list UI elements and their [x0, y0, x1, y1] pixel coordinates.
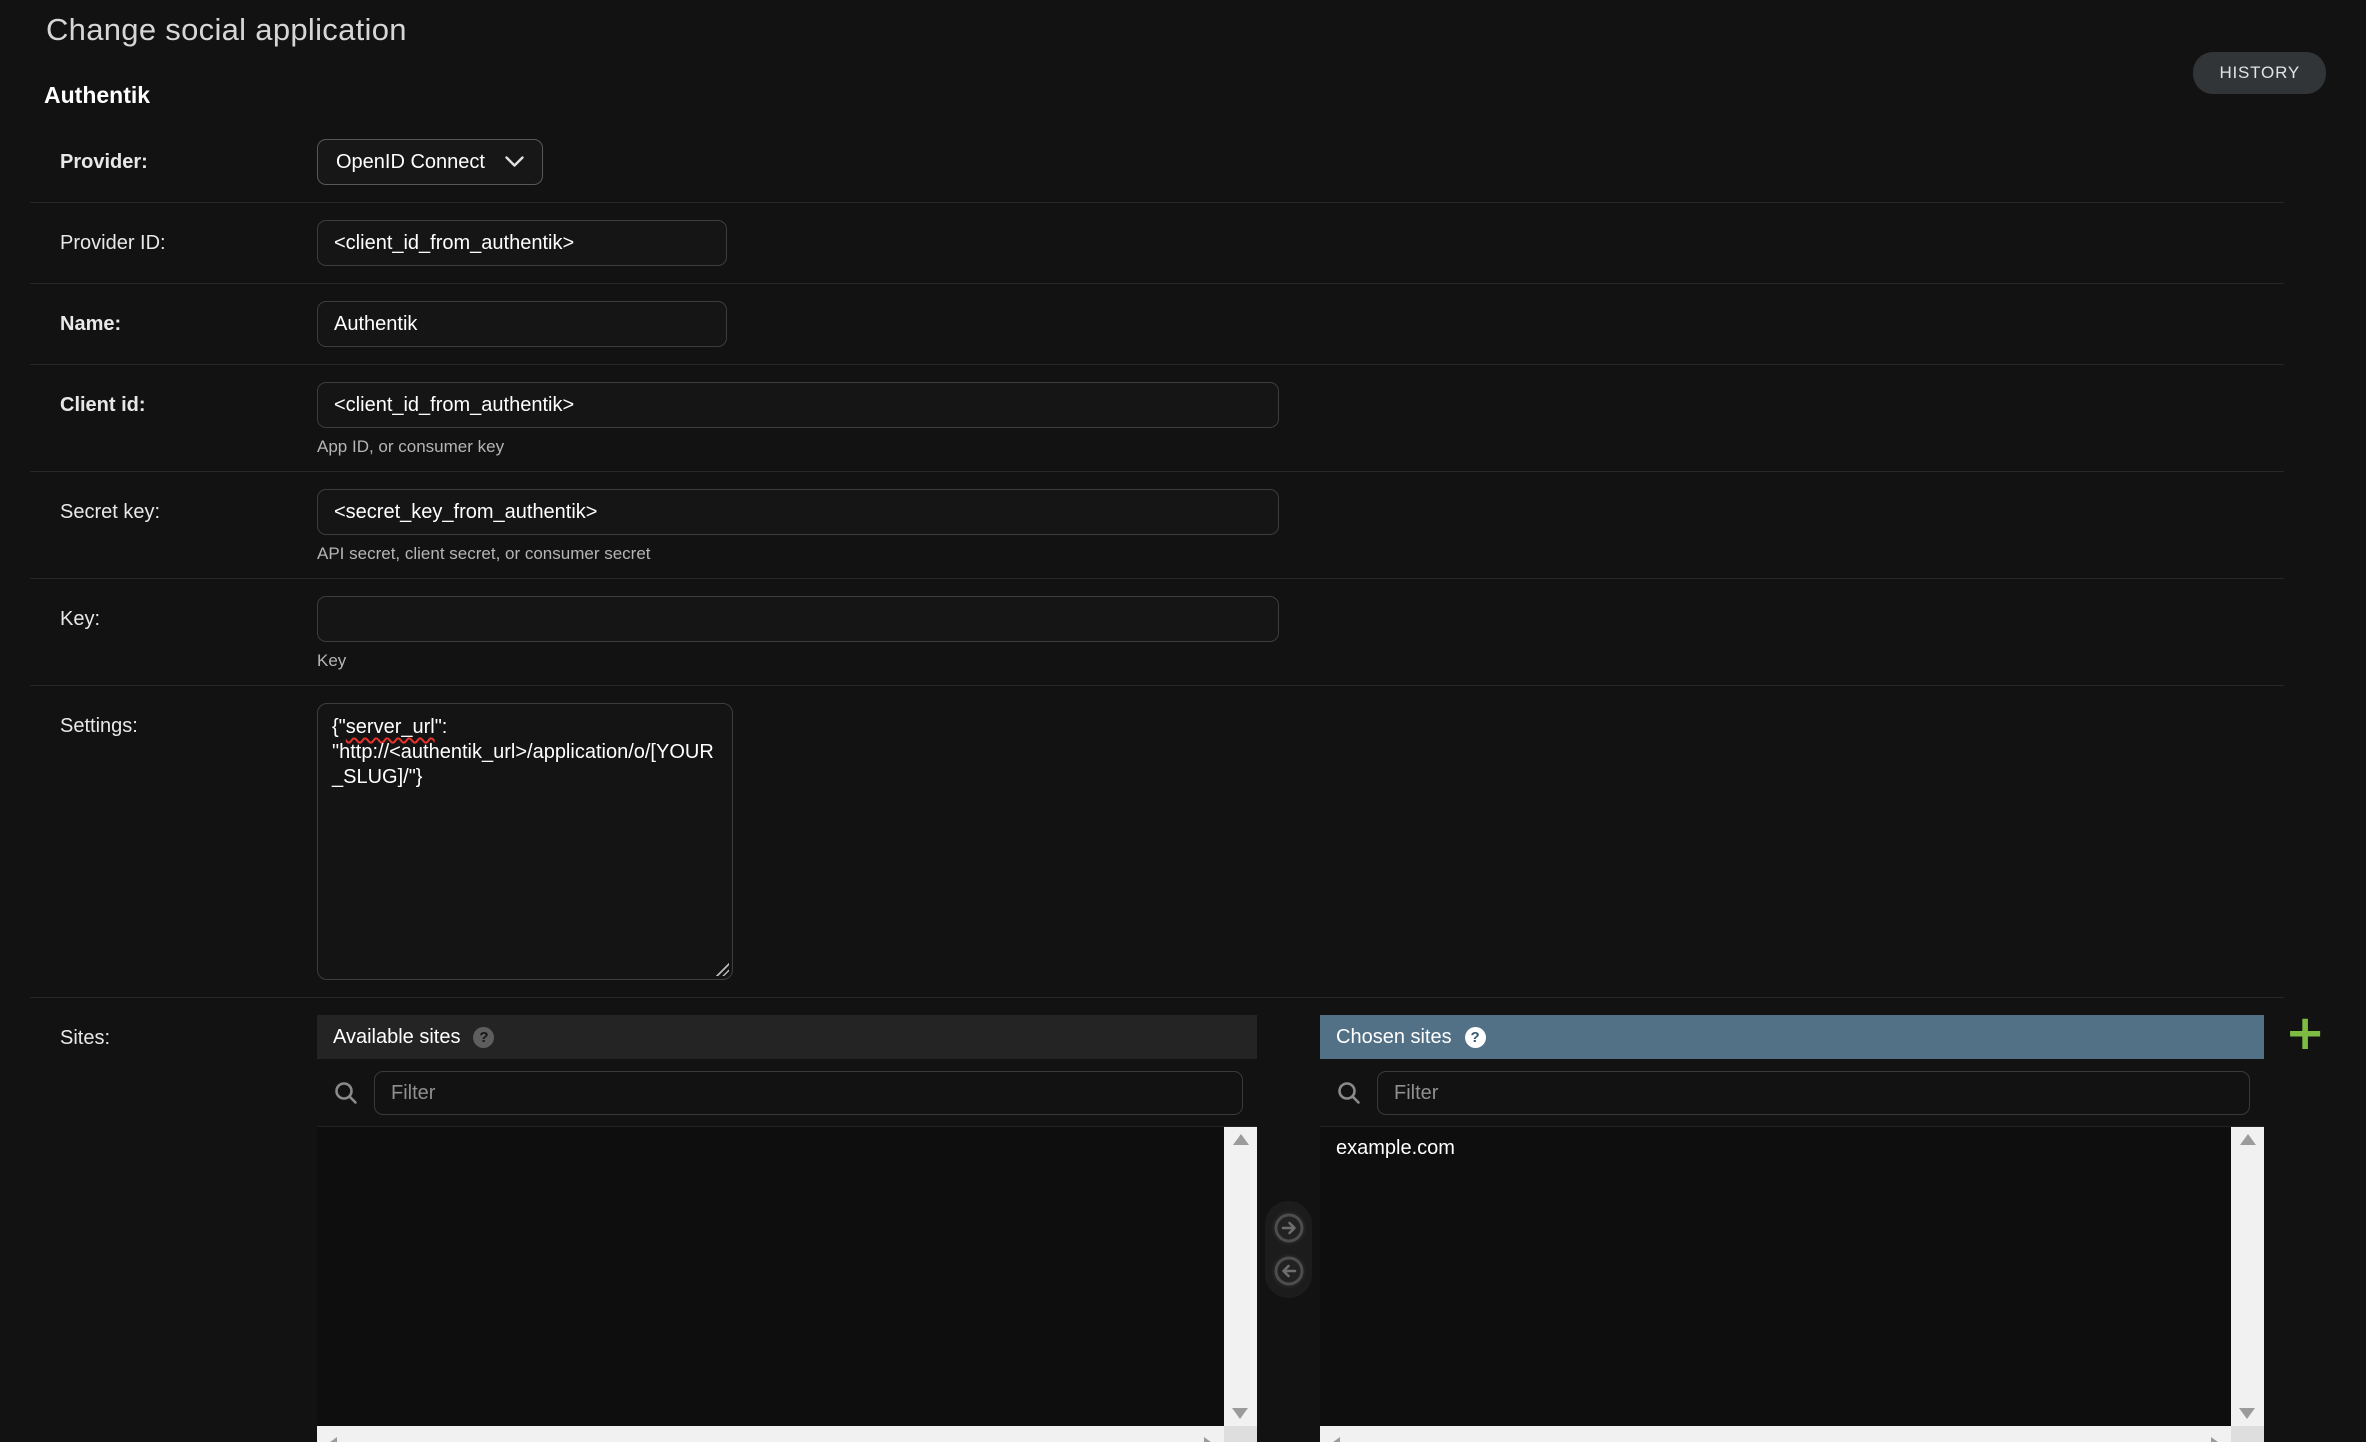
form-row-name: Name: — [30, 284, 2284, 365]
form-row-key: Key: Key — [30, 579, 2284, 686]
key-label: Key: — [30, 596, 317, 642]
provider-select[interactable]: OpenID Connect — [317, 139, 543, 185]
provider-id-input[interactable] — [317, 220, 727, 266]
history-button[interactable]: HISTORY — [2193, 52, 2326, 94]
chevron-down-icon — [505, 156, 524, 168]
provider-label: Provider: — [30, 139, 317, 185]
scrollbar-corner — [1224, 1426, 1257, 1442]
client-id-help: App ID, or consumer key — [317, 437, 1279, 457]
form-row-sites: Sites: Available sites ? — [30, 998, 2284, 1442]
scroll-up-arrow-icon[interactable] — [2240, 1134, 2256, 1145]
chosen-filter-input[interactable] — [1377, 1071, 2250, 1115]
form-row-provider-id: Provider ID: — [30, 203, 2284, 284]
scroll-left-arrow-icon[interactable] — [1329, 1437, 1340, 1442]
secret-key-label: Secret key: — [30, 489, 317, 535]
settings-misspelled-word: server_url — [346, 716, 435, 738]
help-icon[interactable]: ? — [473, 1027, 494, 1048]
client-id-input[interactable] — [317, 382, 1279, 428]
available-filter-row — [317, 1059, 1257, 1126]
available-sites-header: Available sites ? — [317, 1015, 1257, 1059]
settings-textarea[interactable]: {"server_url": "http://<authentik_url>/a… — [317, 703, 733, 980]
remove-arrow-button[interactable] — [1272, 1254, 1306, 1288]
scroll-down-arrow-icon[interactable] — [2239, 1408, 2255, 1419]
key-help: Key — [317, 651, 1279, 671]
client-id-label: Client id: — [30, 382, 317, 428]
chosen-sites-title: Chosen sites — [1336, 1026, 1452, 1049]
form-row-provider: Provider: OpenID Connect — [30, 122, 2284, 203]
search-icon — [333, 1080, 359, 1106]
arrow-right-icon — [1274, 1213, 1304, 1243]
add-site-icon[interactable]: + — [2285, 1009, 2325, 1057]
settings-text: {" — [332, 716, 346, 738]
secret-key-help: API secret, client secret, or consumer s… — [317, 544, 1279, 564]
change-form: Provider: OpenID Connect Provider ID: Na… — [30, 122, 2284, 1442]
form-row-settings: Settings: {"server_url": "http://<authen… — [30, 686, 2284, 998]
vertical-scrollbar[interactable] — [1224, 1127, 1257, 1426]
scroll-left-arrow-icon[interactable] — [326, 1437, 337, 1442]
form-row-secret-key: Secret key: API secret, client secret, o… — [30, 472, 2284, 579]
provider-id-label: Provider ID: — [30, 220, 317, 266]
chosen-sites-header: Chosen sites ? — [1320, 1015, 2264, 1059]
page-title: Change social application — [46, 12, 407, 48]
settings-text: ": — [435, 716, 453, 738]
secret-key-input[interactable] — [317, 489, 1279, 535]
available-filter-input[interactable] — [374, 1071, 1243, 1115]
search-icon — [1336, 1080, 1362, 1106]
available-sites-title: Available sites — [333, 1026, 460, 1049]
key-input[interactable] — [317, 596, 1279, 642]
arrow-left-icon — [1274, 1256, 1304, 1286]
settings-label: Settings: — [30, 703, 317, 749]
change-social-application-page: Change social application HISTORY Authen… — [0, 0, 2366, 1442]
choose-arrow-button[interactable] — [1272, 1211, 1306, 1245]
settings-text: "http://<authentik_url>/application/o/[Y… — [332, 741, 714, 788]
scroll-right-arrow-icon[interactable] — [2211, 1437, 2222, 1442]
name-label: Name: — [30, 301, 317, 347]
name-input[interactable] — [317, 301, 727, 347]
horizontal-scrollbar[interactable] — [317, 1426, 1224, 1442]
object-heading: Authentik — [44, 82, 150, 109]
form-row-client-id: Client id: App ID, or consumer key — [30, 365, 2284, 472]
chosen-filter-row — [1320, 1059, 2264, 1126]
help-icon[interactable]: ? — [1465, 1027, 1486, 1048]
move-buttons — [1265, 1201, 1312, 1298]
available-sites-list[interactable] — [317, 1126, 1257, 1442]
chosen-sites-list[interactable]: example.com — [1320, 1126, 2264, 1442]
textarea-resize-handle[interactable] — [714, 961, 729, 976]
selector-gap — [1257, 1015, 1320, 1442]
scroll-up-arrow-icon[interactable] — [1233, 1134, 1249, 1145]
horizontal-scrollbar[interactable] — [1320, 1426, 2231, 1442]
chosen-sites-box: Chosen sites ? example.com — [1320, 1015, 2264, 1442]
vertical-scrollbar[interactable] — [2231, 1127, 2264, 1426]
scroll-right-arrow-icon[interactable] — [1204, 1437, 1215, 1442]
scrollbar-corner — [2231, 1426, 2264, 1442]
list-item[interactable]: example.com — [1320, 1127, 1471, 1170]
provider-select-value: OpenID Connect — [336, 151, 485, 174]
sites-label: Sites: — [30, 1015, 317, 1061]
scroll-down-arrow-icon[interactable] — [1232, 1408, 1248, 1419]
available-sites-box: Available sites ? — [317, 1015, 1257, 1442]
